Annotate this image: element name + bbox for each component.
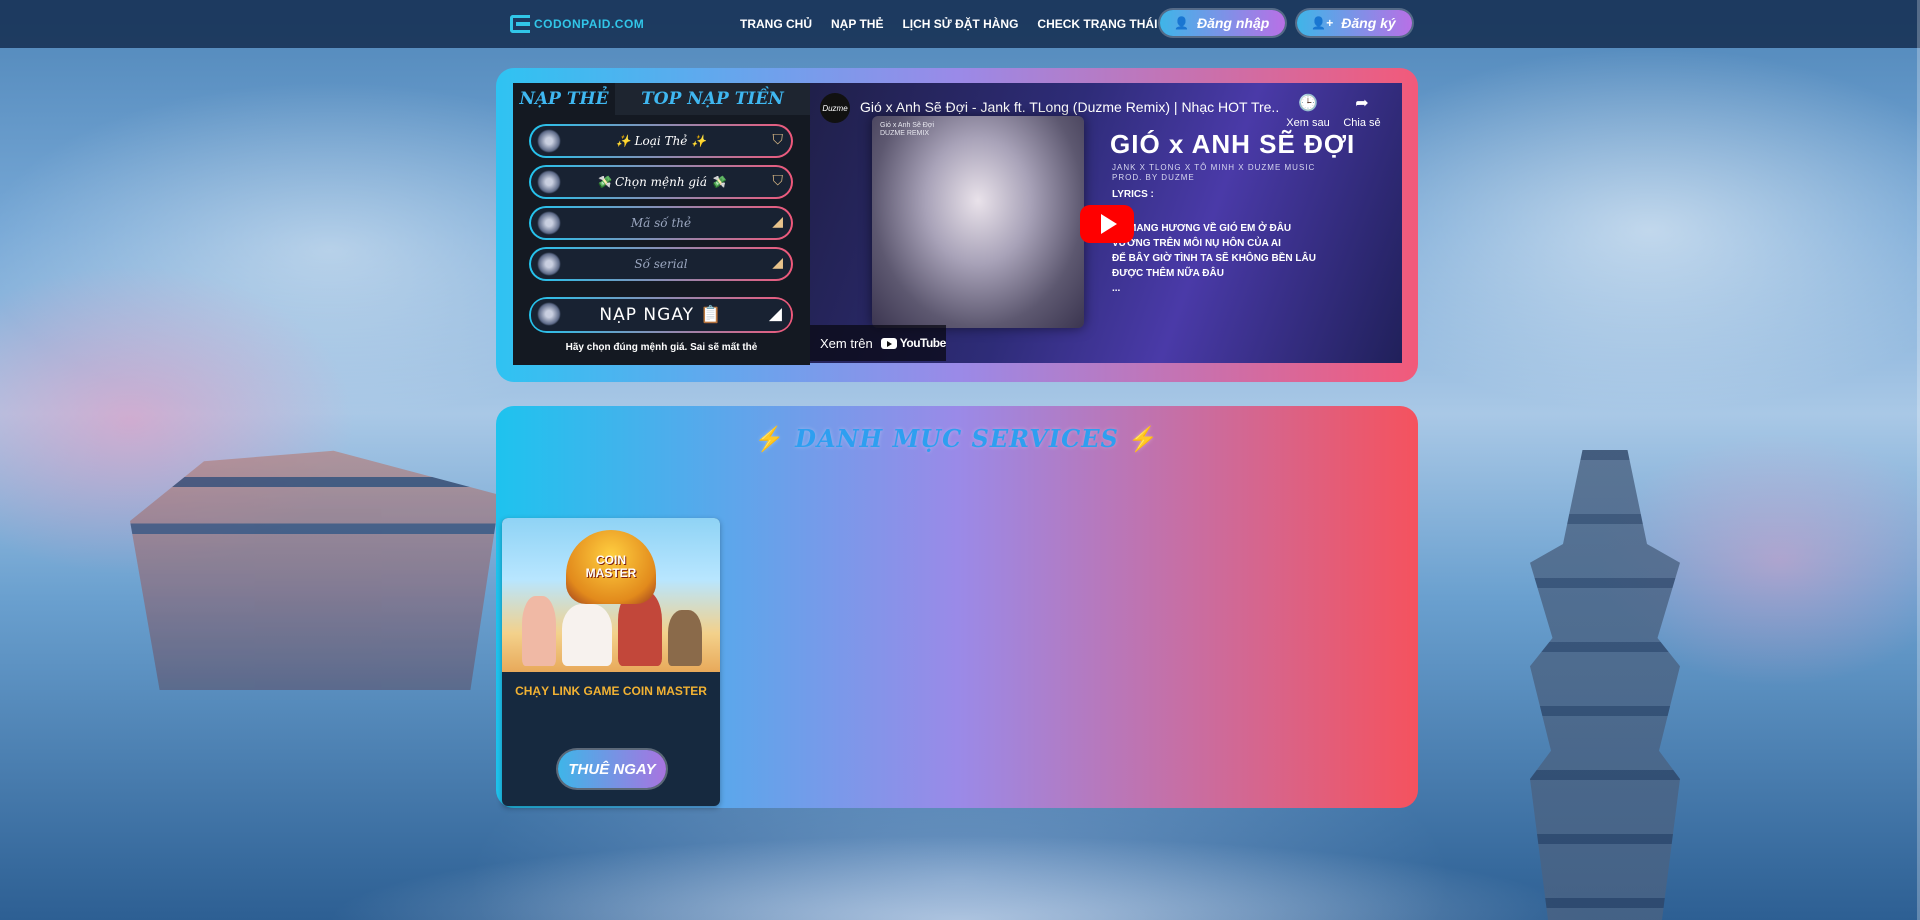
watch-on-label: Xem trên (820, 335, 873, 351)
watch-on-youtube[interactable]: Xem trên YouTube (810, 325, 946, 361)
share-label: Chia sẻ (1343, 117, 1381, 129)
register-label: Đăng ký (1341, 15, 1396, 31)
lyric-line: ... (1112, 283, 1121, 294)
serial-input[interactable]: Số serial ◢ (529, 247, 793, 281)
main-nav: TRANG CHỦ NẠP THẺ LỊCH SỬ ĐẶT HÀNG CHECK… (740, 0, 1189, 48)
youtube-icon (880, 337, 897, 349)
thumbnail-caption-sub: DUZME REMIX (880, 130, 929, 137)
register-button[interactable]: 👤+ Đăng ký (1297, 10, 1412, 36)
navbar: CODONPAID.COM TRANG CHỦ NẠP THẺ LỊCH SỬ … (0, 0, 1920, 48)
card-code-input[interactable]: Mã số thẻ ◢ (529, 206, 793, 240)
clock-icon: 🕒 (1298, 95, 1318, 112)
shield-icon: ⛉ (772, 172, 784, 188)
logo-icon (510, 15, 530, 33)
card-code-input-inner: Mã số thẻ ◢ (531, 208, 791, 238)
topup-tabs: NẠP THẺ TOP NẠP TIỀN (513, 83, 810, 115)
auth-buttons: 👤 Đăng nhập 👤+ Đăng ký (1160, 10, 1412, 36)
serial-placeholder: Số serial (634, 257, 688, 271)
services-title-text: DANH MỤC SERVICES (795, 424, 1119, 453)
lyric-line: ĐƯỢC THÊM NỮA ĐÂU (1112, 268, 1224, 279)
video-title[interactable]: Gió x Anh Sẽ Đợi - Jank ft. TLong (Duzme… (860, 99, 1280, 115)
topup-video-card: NẠP THẺ TOP NẠP TIỀN ✨ Loại Thẻ ✨ ⛉ 💸 Ch… (496, 68, 1418, 382)
amount-value: 💸 Chọn mệnh giá 💸 (596, 175, 726, 189)
background-temple (130, 450, 500, 690)
lyric-line: VƯƠNG TRÊN MÔI NỤ HÔN CỦA AI (1112, 238, 1281, 249)
shield-icon: ⛉ (772, 131, 784, 147)
user-icon: 👤 (1174, 16, 1189, 30)
thumbnail-caption-title: Gió x Anh Sẽ Đợi (880, 122, 935, 129)
boot-icon: ◢ (772, 254, 783, 270)
site-logo[interactable]: CODONPAID.COM (510, 12, 644, 36)
services-title: ⚡ DANH MỤC SERVICES ⚡ (496, 424, 1418, 453)
submit-label: NẠP NGAY 📋 (599, 305, 723, 325)
serial-input-inner: Số serial ◢ (531, 249, 791, 279)
share-icon: ➦ (1355, 95, 1369, 112)
lyric-line: MANG HƯƠNG VỀ GIÓ EM Ở ĐÂU (1128, 223, 1292, 234)
card-type-value: ✨ Loại Thẻ ✨ (615, 134, 707, 148)
dog-figure (668, 610, 702, 666)
logo-text: CODONPAID.COM (534, 17, 645, 31)
unicorn-figure (562, 604, 612, 666)
card-type-select[interactable]: ✨ Loại Thẻ ✨ ⛉ (529, 124, 793, 158)
song-credit-artists: JANK X TLONG X TÔ MINH X DUZME MUSIC (1112, 163, 1316, 172)
user-plus-icon: 👤+ (1311, 16, 1334, 30)
youtube-wordmark: YouTube (899, 336, 947, 350)
card-code-placeholder: Mã số thẻ (630, 216, 692, 230)
login-label: Đăng nhập (1196, 15, 1270, 31)
service-name: CHẠY LINK GAME COIN MASTER (515, 684, 707, 698)
play-button[interactable] (1080, 205, 1134, 243)
youtube-logo: YouTube (880, 336, 947, 350)
lyrics-label: LYRICS : (1112, 189, 1154, 200)
song-credit-producer: PROD. BY DUZME (1112, 173, 1195, 182)
topup-panel: NẠP THẺ TOP NẠP TIỀN ✨ Loại Thẻ ✨ ⛉ 💸 Ch… (513, 83, 810, 365)
helmet-icon (537, 302, 561, 326)
card-type-select-inner: ✨ Loại Thẻ ✨ ⛉ (531, 126, 791, 156)
orb-icon (537, 170, 561, 194)
topup-submit-inner: NẠP NGAY 📋 ◢ (531, 299, 791, 331)
song-credits: JANK X TLONG X TÔ MINH X DUZME MUSIC PRO… (1112, 163, 1315, 183)
tab-top-topup[interactable]: TOP NẠP TIỀN (615, 83, 810, 115)
helmet-icon (537, 252, 561, 276)
nav-order-history[interactable]: LỊCH SỬ ĐẶT HÀNG (902, 17, 1018, 31)
channel-avatar[interactable]: Duzme (820, 93, 850, 123)
boot-icon: ◢ (772, 213, 783, 229)
background-pagoda (1530, 450, 1680, 920)
boot-icon: ◢ (768, 304, 783, 324)
watch-later-label: Xem sau (1286, 117, 1330, 129)
character-figure (522, 596, 556, 666)
thumbnail-caption: Gió x Anh Sẽ Đợi DUZME REMIX (880, 122, 934, 138)
nav-home[interactable]: TRANG CHỦ (740, 17, 812, 31)
services-card: ⚡ DANH MỤC SERVICES ⚡ COIN MASTER CHẠY L… (496, 406, 1418, 808)
login-button[interactable]: 👤 Đăng nhập (1160, 10, 1286, 36)
coin-master-logo: COIN MASTER (566, 530, 656, 604)
watch-later-button[interactable]: 🕒 Xem sau (1278, 93, 1338, 129)
service-item[interactable]: COIN MASTER CHẠY LINK GAME COIN MASTER T… (502, 518, 720, 806)
orb-icon (537, 129, 561, 153)
lyric-line: ĐỂ BÂY GIỜ TÌNH TA SẼ KHÔNG BỀN LÂU (1112, 253, 1316, 264)
coin-master-logo-line2: MASTER (585, 566, 637, 580)
youtube-embed[interactable]: Duzme Gió x Anh Sẽ Đợi - Jank ft. TLong … (810, 83, 1402, 363)
lightning-icon: ⚡ (754, 424, 786, 453)
video-thumbnail: Gió x Anh Sẽ Đợi DUZME REMIX (872, 116, 1084, 328)
tab-topup[interactable]: NẠP THẺ (513, 83, 615, 115)
topup-note: Hãy chọn đúng mệnh giá. Sai sẽ mất thẻ (565, 342, 758, 353)
song-title: GIÓ x ANH SẼ ĐỢI (1110, 129, 1356, 159)
share-button[interactable]: ➦ Chia sẻ (1332, 93, 1392, 129)
service-image: COIN MASTER (502, 518, 720, 672)
amount-select-inner: 💸 Chọn mệnh giá 💸 ⛉ (531, 167, 791, 197)
topup-submit-button[interactable]: NẠP NGAY 📋 ◢ (529, 297, 793, 333)
lightning-icon: ⚡ (1128, 424, 1160, 453)
amount-select[interactable]: 💸 Chọn mệnh giá 💸 ⛉ (529, 165, 793, 199)
rent-now-button[interactable]: THUÊ NGAY (558, 750, 666, 788)
helmet-icon (537, 211, 561, 235)
nav-topup[interactable]: NẠP THẺ (831, 17, 883, 31)
